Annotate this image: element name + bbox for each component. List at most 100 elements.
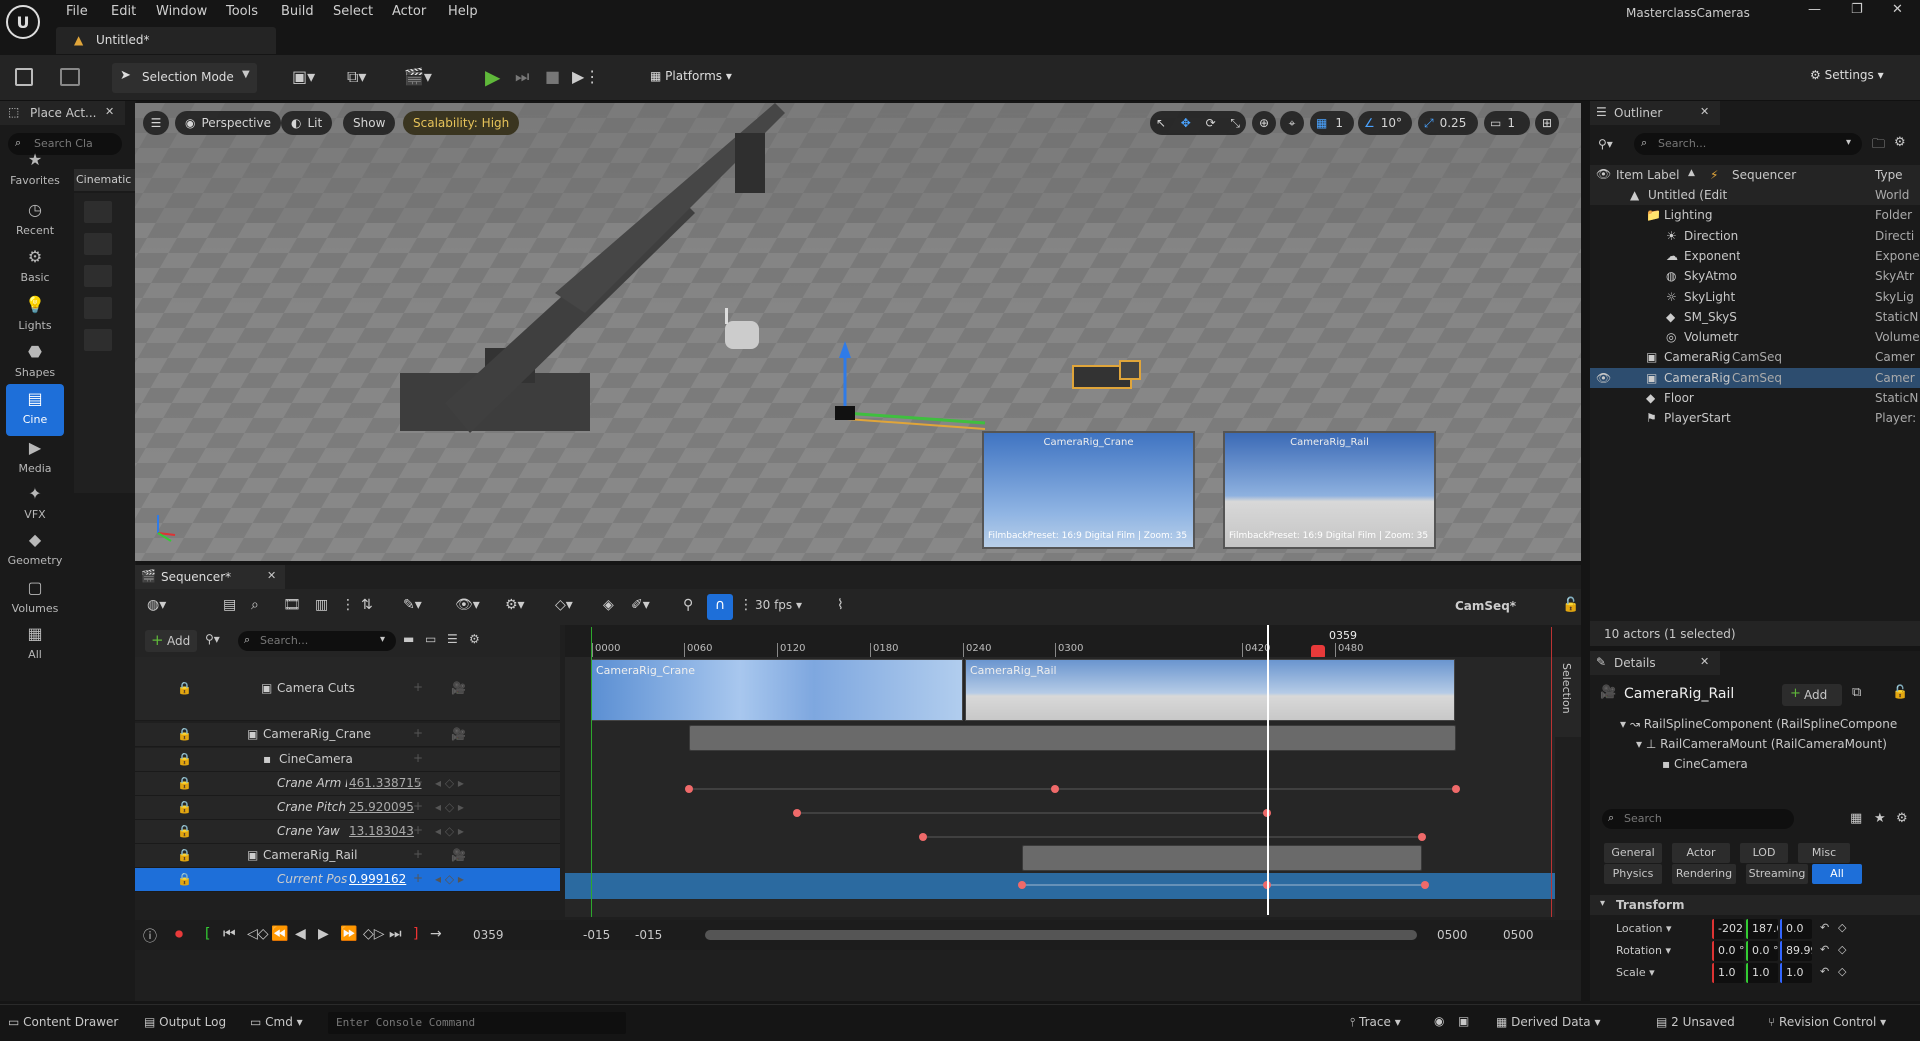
- cinematics-icon[interactable]: 🎬▾: [404, 67, 432, 86]
- auto-key-icon[interactable]: ◈: [603, 597, 614, 613]
- marker-icon[interactable]: ⚲: [683, 597, 693, 613]
- track-row[interactable]: 🔒 Crane Yaw 13.183043 + ◂ ◇ ▸: [135, 820, 560, 844]
- rotate-tool-icon[interactable]: ⟳: [1206, 116, 1216, 130]
- console-input[interactable]: Enter Console Command: [328, 1012, 626, 1034]
- outliner-row[interactable]: ▣ CameraRig CamSeq Camer: [1590, 347, 1920, 367]
- play-reverse-icon[interactable]: ◀: [295, 926, 306, 942]
- scale-z-field[interactable]: 1.0: [1780, 963, 1812, 983]
- close-window-button[interactable]: ✕: [1892, 2, 1912, 17]
- details-tab[interactable]: ✎ Details ✕: [1590, 651, 1720, 675]
- scale-dropdown[interactable]: Scale ▾: [1616, 963, 1682, 983]
- curve-editor-toggle-icon[interactable]: ⌇: [837, 597, 844, 613]
- close-icon[interactable]: ✕: [1700, 105, 1709, 118]
- perspective-button[interactable]: ◉ Perspective: [175, 111, 281, 135]
- unsaved-button[interactable]: ▤ 2 Unsaved: [1656, 1015, 1735, 1029]
- category-recent[interactable]: ◷ Recent: [6, 199, 64, 237]
- outliner-row[interactable]: ◎ Volumetr Volume: [1590, 327, 1920, 347]
- menu-window[interactable]: Window: [156, 4, 207, 19]
- more-options-icon[interactable]: ⋮: [341, 597, 355, 613]
- transform-section-header[interactable]: ▾ Transform: [1590, 895, 1920, 915]
- close-icon[interactable]: ✕: [267, 569, 276, 582]
- set-start-icon[interactable]: [: [205, 926, 210, 942]
- lock-icon[interactable]: 🔒: [177, 776, 192, 790]
- lock-icon[interactable]: 🔒: [177, 872, 192, 886]
- property-matrix-icon[interactable]: ▦: [1850, 811, 1862, 826]
- play-button[interactable]: ▶: [485, 65, 500, 89]
- selection-side-tab[interactable]: Selection: [1555, 657, 1581, 737]
- content-drawer-button[interactable]: ▭ Content Drawer: [8, 1015, 118, 1029]
- scale-snap-control[interactable]: ⤢ 0.25: [1418, 111, 1478, 135]
- rotation-z-field[interactable]: 89.99: [1780, 941, 1812, 961]
- keyframe-icon[interactable]: ◇: [1838, 921, 1846, 934]
- filter-physics[interactable]: Physics: [1604, 864, 1662, 884]
- lock-icon[interactable]: 🔒: [177, 752, 192, 766]
- play-icon[interactable]: ▶: [318, 926, 329, 942]
- level-tab[interactable]: ▲ Untitled*: [56, 27, 276, 54]
- keyframe[interactable]: [685, 785, 693, 793]
- minimize-button[interactable]: —: [1808, 2, 1828, 17]
- lock-icon[interactable]: 🔓: [1892, 685, 1908, 700]
- loop-icon[interactable]: →: [430, 926, 442, 942]
- component-row[interactable]: ▾ ⊥ RailCameraMount (RailCameraMount): [1636, 737, 1887, 751]
- outliner-row[interactable]: ⚑ PlayerStart Player:: [1590, 408, 1920, 428]
- view-options-icon[interactable]: 👁▾: [455, 597, 480, 613]
- snap-toggle[interactable]: ∩: [707, 594, 733, 620]
- filter-icon[interactable]: ⚲▾: [1598, 137, 1613, 151]
- menu-help[interactable]: Help: [448, 4, 478, 19]
- next-key-icon[interactable]: ◇▷: [363, 926, 385, 942]
- output-log-button[interactable]: ▤ Output Log: [144, 1015, 226, 1029]
- unreal-logo[interactable]: U: [6, 5, 40, 39]
- curve-editor-icon[interactable]: ⇅: [361, 597, 373, 613]
- filter-lod[interactable]: LOD: [1740, 843, 1788, 863]
- rotation-y-field[interactable]: 0.0 °: [1746, 941, 1778, 961]
- scalability-button[interactable]: Scalability: High: [403, 111, 520, 135]
- location-x-field[interactable]: -202: [1712, 919, 1744, 939]
- play-options-button[interactable]: ▶⋮: [572, 67, 600, 86]
- keyframe-nav-icon[interactable]: ◂ ◇ ▸: [435, 872, 464, 886]
- level-viewport[interactable]: ☰ ◉ Perspective ◐ Lit Show Scalability: Hi…: [135, 103, 1581, 561]
- list-icon[interactable]: ☰: [447, 632, 458, 646]
- outliner-row[interactable]: ☼ SkyLight SkyLig: [1590, 287, 1920, 307]
- world-icon[interactable]: ◍▾: [147, 597, 166, 613]
- scale-tool-icon[interactable]: ⤡: [1230, 116, 1240, 131]
- menu-build[interactable]: Build: [281, 4, 314, 19]
- gear-icon[interactable]: ⚙: [1894, 135, 1906, 150]
- sequence-name[interactable]: CamSeq*: [1455, 599, 1516, 613]
- translate-tool-icon[interactable]: ✥: [1181, 116, 1191, 130]
- expand-icon[interactable]: ▭: [425, 632, 436, 646]
- location-y-field[interactable]: 187.0: [1746, 919, 1778, 939]
- timeline-area[interactable]: CameraRig_Crane CameraRig_Rail: [565, 625, 1555, 917]
- outliner-row[interactable]: 📁 Lighting Folder: [1590, 205, 1920, 225]
- category-media[interactable]: ▶ Media: [6, 437, 64, 475]
- revision-control-button[interactable]: ⑂ Revision Control ▾: [1768, 1015, 1886, 1029]
- gear-icon[interactable]: ⚙: [1896, 811, 1908, 826]
- category-geometry[interactable]: ◆ Geometry: [6, 529, 64, 567]
- camera-rig-crane-icon[interactable]: [84, 297, 112, 319]
- track-row[interactable]: 🔒 ▣ Camera Cuts + 🎥: [135, 657, 560, 721]
- sequencer-tab[interactable]: 🎬 Sequencer* ✕: [135, 565, 285, 589]
- outliner-row[interactable]: 👁 ▣ CameraRig CamSeq Camer: [1590, 367, 1920, 388]
- add-key-icon[interactable]: +: [413, 847, 423, 861]
- stop-button[interactable]: ■: [545, 67, 560, 86]
- category-cine[interactable]: ▤ Cine: [6, 384, 64, 436]
- lock-icon[interactable]: 🔒: [177, 727, 192, 741]
- keyframe[interactable]: [1452, 785, 1460, 793]
- camera-toggle-icon[interactable]: 🎥: [451, 681, 466, 695]
- step-button[interactable]: ⏭: [515, 67, 529, 87]
- add-key-icon[interactable]: +: [413, 823, 423, 837]
- close-icon[interactable]: ✕: [1700, 655, 1709, 668]
- time-ruler[interactable]: 0000 0060 0120 0180 0240 0300 0420 0480 0359: [565, 625, 1581, 659]
- category-shapes[interactable]: ⬣ Shapes: [6, 341, 64, 379]
- add-key-icon[interactable]: +: [413, 726, 423, 740]
- keyframe-icon[interactable]: ◇: [1838, 943, 1846, 956]
- track-row[interactable]: 🔒 Crane Arm Le 461.338715 + ◂ ◇ ▸: [135, 772, 560, 796]
- col-item-label[interactable]: Item Label: [1616, 168, 1680, 182]
- track-search[interactable]: ⌕ Search... ▾: [238, 631, 396, 651]
- record-button[interactable]: ⏺: [175, 924, 183, 944]
- record-trace-icon[interactable]: ◉: [1434, 1014, 1444, 1028]
- select-tool-icon[interactable]: ↖: [1156, 116, 1166, 130]
- keyframe[interactable]: [919, 833, 927, 841]
- keyframe-nav-icon[interactable]: ◂ ◇ ▸: [435, 776, 464, 790]
- menu-actor[interactable]: Actor: [392, 4, 426, 19]
- settings-dropdown[interactable]: ⚙ Settings ▾: [1810, 68, 1884, 82]
